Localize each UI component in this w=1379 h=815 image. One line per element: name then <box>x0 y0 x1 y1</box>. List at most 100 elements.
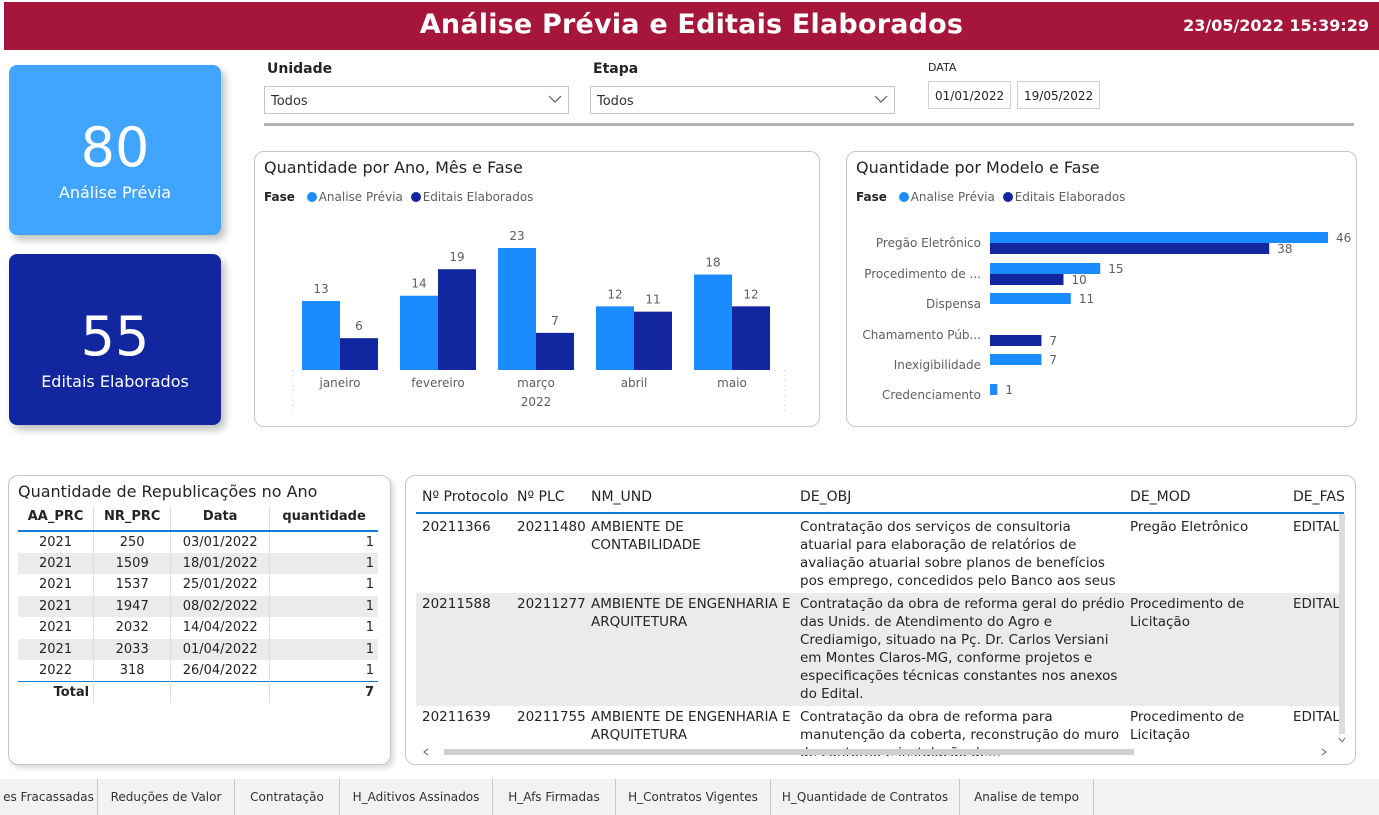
bar-2-analise[interactable] <box>990 293 1071 304</box>
data-label: 14 <box>411 277 426 291</box>
table-cell: AMBIENTE DE ENGENHARIA E ARQUITETURA <box>591 596 791 630</box>
table-cell: 2022 <box>39 663 73 678</box>
detail-table-header: Nº Protocolo Nº PLC NM_UND DE_OBJ DE_MOD DE_F… <box>416 482 1345 514</box>
total-cell <box>170 681 270 703</box>
table-cell: AMBIENTE DE CONTABILIDADE <box>591 519 701 553</box>
table-row[interactable]: 2021 1537 25/01/2022 1 <box>18 574 378 596</box>
page-tab[interactable]: Contratação <box>235 779 340 815</box>
column-header[interactable]: DE_FAS <box>1293 489 1345 505</box>
table-row[interactable]: 20211366 20211480 AMBIENTE DE CONTABILIDAD… <box>416 516 1340 593</box>
y-tick-label: Procedimento de ... <box>864 267 981 281</box>
data-label: 7 <box>1049 334 1057 348</box>
table-row[interactable]: 2021 250 03/01/2022 1 <box>18 531 378 553</box>
x-tick-label: fevereiro <box>411 376 465 390</box>
table-title: Quantidade de Republicações no Ano <box>18 482 318 501</box>
page-tab[interactable]: es Fracassadas <box>0 779 98 815</box>
column-header[interactable]: Data <box>170 506 270 532</box>
data-label: 6 <box>355 319 363 333</box>
table-cell: 14/04/2022 <box>170 617 270 639</box>
kpi-value: 80 <box>80 116 150 179</box>
date-end-input[interactable]: 19/05/2022 <box>1017 81 1101 109</box>
table-row[interactable]: 2021 2032 14/04/2022 1 <box>18 617 378 639</box>
bar-4-analise[interactable] <box>990 354 1042 365</box>
horizontal-scrollbar[interactable] <box>420 746 1340 758</box>
page-tab[interactable]: Analise de tempo <box>960 779 1094 815</box>
bar-abril-editais[interactable] <box>634 311 672 370</box>
bar-fevereiro-editais[interactable] <box>438 269 476 370</box>
table-cell: 25/01/2022 <box>170 574 270 596</box>
report-header: Análise Prévia e Editais Elaborados 23/0… <box>4 2 1379 50</box>
page-tab[interactable]: Reduções de Valor <box>98 779 235 815</box>
data-label: 11 <box>645 293 660 307</box>
page-title: Análise Prévia e Editais Elaborados <box>419 9 964 40</box>
table-cell: Procedimento de Licitação <box>1130 709 1245 743</box>
chevron-down-icon <box>548 95 562 103</box>
table-cell: 2021 <box>39 620 73 636</box>
table-cell: Procedimento de Licitação <box>1130 596 1245 630</box>
table-cell: 2021 <box>39 534 73 550</box>
bar-março-analise[interactable] <box>498 248 536 370</box>
table-cell: 20211755 <box>517 709 586 725</box>
column-header[interactable]: Nº Protocolo <box>422 489 509 505</box>
table-row[interactable]: 2022 318 26/04/2022 1 <box>18 660 378 682</box>
unidade-value: Todos <box>271 94 308 109</box>
column-header[interactable]: NM_UND <box>591 489 652 505</box>
vertical-scrollbar[interactable] <box>1337 510 1347 742</box>
data-label: 15 <box>1108 262 1123 276</box>
bar-0-editais[interactable] <box>990 243 1270 254</box>
table-cell: 18/01/2022 <box>170 552 270 574</box>
table-cell: 26/04/2022 <box>170 660 270 682</box>
table-cell: 250 <box>93 531 171 553</box>
bar-fevereiro-analise[interactable] <box>400 295 438 370</box>
y-tick-label: Pregão Eletrônico <box>876 236 981 250</box>
table-cell: 1 <box>269 660 378 682</box>
table-cell: 1 <box>269 595 378 617</box>
table-cell: EDITAL <box>1293 709 1340 725</box>
column-header[interactable]: quantidade <box>269 506 378 532</box>
table-cell: 2021 <box>18 595 94 617</box>
bar-maio-editais[interactable] <box>732 306 770 370</box>
page-tab[interactable]: H_Afs Firmadas <box>493 779 616 815</box>
unidade-dropdown[interactable]: Todos <box>264 86 569 114</box>
y-tick-label: Inexigibilidade <box>894 358 981 372</box>
table-cell: 20211588 <box>422 596 491 612</box>
bar-1-editais[interactable] <box>990 274 1064 285</box>
table-cell: EDITAL <box>1293 519 1340 535</box>
column-header[interactable]: Nº PLC <box>517 489 565 505</box>
column-header[interactable]: DE_OBJ <box>800 489 851 505</box>
bar-3-editais[interactable] <box>990 335 1042 346</box>
table-cell: Contratação da obra de reforma geral do … <box>800 596 1125 702</box>
bar-março-editais[interactable] <box>536 332 574 370</box>
column-header[interactable]: NR_PRC <box>93 506 171 532</box>
data-label: 12 <box>743 287 758 301</box>
date-start-input[interactable]: 01/01/2022 <box>928 81 1012 109</box>
table-row[interactable]: 2021 1509 18/01/2022 1 <box>18 552 378 574</box>
data-label: 38 <box>1277 242 1292 256</box>
page-tab[interactable]: H_Aditivos Assinados <box>340 779 493 815</box>
page-tab[interactable]: H_Contratos Vigentes <box>616 779 771 815</box>
table-row[interactable]: 2021 2033 01/04/2022 1 <box>18 638 378 660</box>
bar-5-analise[interactable] <box>990 384 998 395</box>
data-label: 12 <box>607 287 622 301</box>
data-label: 46 <box>1336 231 1351 245</box>
y-tick-label: Dispensa <box>926 297 981 311</box>
page-tab[interactable]: H_Quantidade de Contratos <box>771 779 960 815</box>
column-header[interactable]: DE_MOD <box>1130 489 1191 505</box>
etapa-dropdown[interactable]: Todos <box>590 86 895 114</box>
kpi-label: Editais Elaborados <box>41 372 189 391</box>
table-row[interactable]: 2021 1947 08/02/2022 1 <box>18 595 378 617</box>
page-tabs: es Fracassadas Reduções de Valor Contrataç… <box>0 779 1379 815</box>
table-row[interactable]: 20211588 20211277 AMBIENTE DE ENGENHARIA E… <box>416 593 1340 706</box>
total-row: Total 7 <box>18 681 378 703</box>
bar-janeiro-analise[interactable] <box>302 301 340 370</box>
y-tick-label: Chamamento Púb... <box>862 328 981 342</box>
month-bar-chart: 13 6 janeiro 14 19 fevereiro 23 7 março 12 11 abril… <box>292 229 786 412</box>
bar-abril-analise[interactable] <box>596 306 634 370</box>
data-label: 13 <box>313 282 328 296</box>
bar-janeiro-editais[interactable] <box>340 338 378 370</box>
bar-maio-analise[interactable] <box>694 274 732 370</box>
column-header[interactable]: AA_PRC <box>18 506 94 532</box>
table-cell: 1 <box>269 552 378 574</box>
chevron-down-icon <box>874 95 888 103</box>
table-cell: EDITAL <box>1293 596 1340 612</box>
